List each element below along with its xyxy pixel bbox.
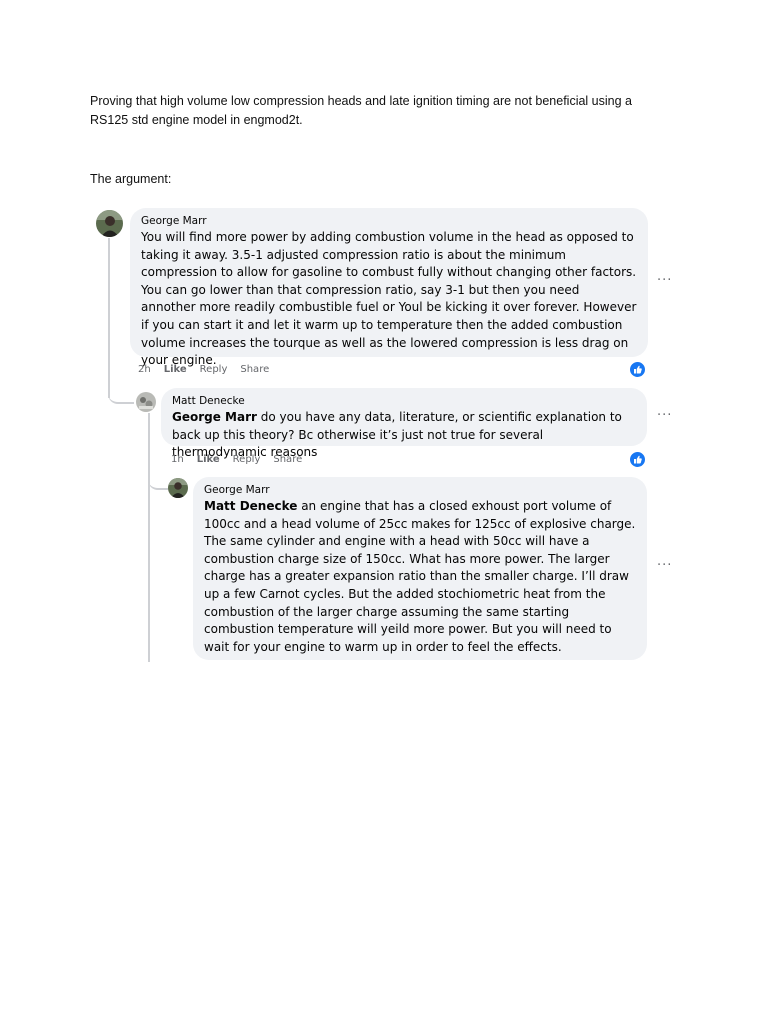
thread-curve-reply-2 [148,460,168,490]
comment-text: Matt Denecke an engine that has a closed… [204,498,636,656]
share-button[interactable]: Share [240,364,269,375]
mention-link[interactable]: Matt Denecke [204,499,297,513]
avatar-george[interactable] [168,478,188,498]
reply-button[interactable]: Reply [233,454,261,465]
comment-body: an engine that has a closed exhoust port… [204,499,636,654]
comment-author[interactable]: George Marr [204,483,636,497]
comment-bubble-1: George Marr You will find more power by … [130,208,648,367]
comment-time[interactable]: 1h [171,454,184,465]
more-options-icon[interactable]: ··· [657,408,672,423]
comment-author[interactable]: George Marr [141,214,637,228]
like-reaction-icon[interactable] [630,362,645,377]
thread-curve-reply-1 [108,358,134,404]
comment-bubble-2: Matt Denecke George Marr do you have any… [161,388,647,459]
comment-time[interactable]: 2h [138,364,151,375]
avatar-matt[interactable] [136,392,156,412]
mention-link[interactable]: George Marr [172,410,257,424]
reply-button[interactable]: Reply [200,364,228,375]
comment-text: You will find more power by adding combu… [141,230,637,368]
more-options-icon[interactable]: ··· [657,558,672,573]
avatar-george[interactable] [96,210,123,237]
comment-thread-screenshot: George Marr You will find more power by … [88,198,680,662]
comment-bubble-3: George Marr Matt Denecke an engine that … [193,477,647,660]
more-options-icon[interactable]: ··· [657,273,672,288]
like-button[interactable]: Like [164,364,187,375]
comment-actions-1: 2h Like Reply Share [138,364,269,375]
like-button[interactable]: Like [197,454,220,465]
document-intro: Proving that high volume low compression… [90,94,632,127]
comment-actions-2: 1h Like Reply Share [171,454,302,465]
thread-line-reply [148,413,150,662]
argument-label: The argument: [90,172,172,186]
comment-author[interactable]: Matt Denecke [172,394,636,408]
share-button[interactable]: Share [273,454,302,465]
like-reaction-icon[interactable] [630,452,645,467]
